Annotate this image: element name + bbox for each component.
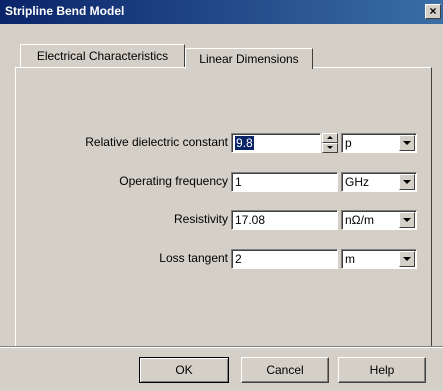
chevron-down-icon xyxy=(403,141,411,145)
spin-up-icon xyxy=(327,136,333,139)
dielectric-constant-input[interactable]: 9.8 xyxy=(231,133,321,153)
window-title: Stripline Bend Model xyxy=(5,4,125,18)
frequency-unit-select[interactable]: GHz xyxy=(341,172,417,192)
dropdown-button[interactable] xyxy=(399,174,415,190)
spin-down-button[interactable] xyxy=(322,143,338,153)
chevron-down-icon xyxy=(403,180,411,184)
spin-down-icon xyxy=(327,146,333,149)
dielectric-constant-value: 9.8 xyxy=(235,136,254,150)
loss-tangent-unit-value: m xyxy=(345,252,355,266)
resistivity-label: Resistivity xyxy=(173,212,228,226)
tab-linear-dimensions[interactable]: Linear Dimensions xyxy=(185,48,313,69)
spin-up-button[interactable] xyxy=(322,133,338,143)
resistivity-unit-select[interactable]: nΩ/m xyxy=(341,210,417,230)
dropdown-button[interactable] xyxy=(399,135,415,151)
loss-tangent-unit-select[interactable]: m xyxy=(341,249,417,269)
loss-tangent-input[interactable]: 2 xyxy=(231,249,338,269)
frequency-unit-value: GHz xyxy=(345,175,369,189)
dielectric-unit-select[interactable]: p xyxy=(341,133,417,153)
loss-tangent-label: Loss tangent xyxy=(159,251,228,265)
button-separator xyxy=(0,346,443,347)
dielectric-constant-spinner[interactable] xyxy=(322,133,338,153)
resistivity-input[interactable]: 17.08 xyxy=(231,210,338,230)
help-button[interactable]: Help xyxy=(338,357,426,383)
chevron-down-icon xyxy=(403,218,411,222)
resistivity-value: 17.08 xyxy=(235,213,266,227)
dropdown-button[interactable] xyxy=(399,212,415,228)
close-button[interactable]: × xyxy=(425,4,441,19)
dielectric-unit-value: p xyxy=(345,136,352,150)
dielectric-constant-label: Relative dielectric constant xyxy=(85,135,228,149)
loss-tangent-value: 2 xyxy=(235,252,242,266)
chevron-down-icon xyxy=(403,257,411,261)
ok-button[interactable]: OK xyxy=(139,357,229,383)
dropdown-button[interactable] xyxy=(399,251,415,267)
tab-electrical-characteristics[interactable]: Electrical Characteristics xyxy=(20,44,185,67)
resistivity-unit-value: nΩ/m xyxy=(345,213,374,227)
frequency-label: Operating frequency xyxy=(119,174,228,188)
cancel-button[interactable]: Cancel xyxy=(241,357,329,383)
frequency-input[interactable]: 1 xyxy=(231,172,338,192)
frequency-value: 1 xyxy=(235,175,242,189)
tab-panel xyxy=(15,67,432,347)
title-bar: Stripline Bend Model × xyxy=(0,0,443,24)
